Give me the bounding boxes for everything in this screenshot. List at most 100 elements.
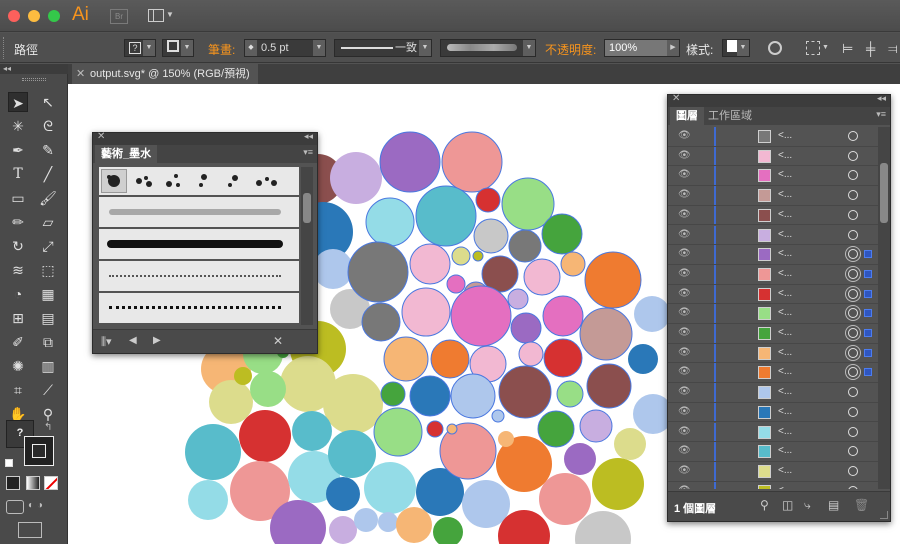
scale-tool-icon[interactable]: ⤢ bbox=[38, 236, 58, 256]
target-circle-icon[interactable] bbox=[848, 170, 858, 181]
next-library-icon[interactable]: ▶ bbox=[153, 335, 161, 346]
blend-tool-icon[interactable]: ⧉ bbox=[38, 332, 58, 352]
close-window-button[interactable] bbox=[8, 10, 20, 22]
brush-scrollbar[interactable] bbox=[301, 167, 313, 325]
layer-row[interactable]: 👁 <... bbox=[668, 166, 878, 187]
width-tool-icon[interactable]: ≋ bbox=[8, 260, 28, 280]
rotate-tool-icon[interactable]: ↻ bbox=[8, 236, 28, 256]
collapse-toolbox-icon[interactable]: ◂◂ bbox=[0, 64, 68, 74]
target-circle-icon[interactable] bbox=[848, 426, 858, 437]
visibility-eye-icon[interactable]: 👁 bbox=[678, 328, 691, 338]
make-clipping-mask-icon[interactable]: ◫ bbox=[782, 498, 793, 512]
stroke-swatch[interactable] bbox=[24, 436, 54, 466]
visibility-eye-icon[interactable]: 👁 bbox=[678, 426, 691, 437]
layer-row[interactable]: 👁 <... bbox=[668, 383, 878, 403]
layer-row[interactable]: 👁 <... bbox=[668, 343, 878, 364]
panel-menu-icon[interactable]: ▾≡ bbox=[303, 147, 313, 158]
tab-layers[interactable]: 圖層 bbox=[670, 107, 704, 125]
target-circle-icon[interactable] bbox=[848, 347, 858, 358]
visibility-eye-icon[interactable]: 👁 bbox=[678, 170, 691, 180]
minimize-window-button[interactable] bbox=[28, 10, 40, 22]
previous-library-icon[interactable]: ◀ bbox=[129, 335, 137, 346]
layer-row[interactable]: 👁 <... bbox=[668, 422, 878, 443]
visibility-eye-icon[interactable]: 👁 bbox=[678, 308, 691, 318]
align-to-selection-icon[interactable] bbox=[806, 41, 820, 55]
align-left-icon[interactable]: ⊨ bbox=[842, 41, 853, 57]
mesh-tool-icon[interactable]: ⊞ bbox=[8, 308, 28, 328]
draw-behind-icon[interactable]: ◐ ◑ bbox=[28, 500, 58, 514]
magic-wand-tool-icon[interactable]: ✳ bbox=[8, 116, 28, 136]
layer-row[interactable]: 👁 <... bbox=[668, 402, 878, 423]
brush-thumbnail[interactable] bbox=[221, 169, 247, 193]
layer-row[interactable]: 👁 <... bbox=[668, 481, 878, 489]
align-right-icon[interactable]: ⫤ bbox=[888, 41, 898, 57]
lasso-tool-icon[interactable]: ᘓ bbox=[38, 116, 58, 136]
gradient-mode-icon[interactable] bbox=[26, 476, 40, 490]
brush-thumbnail[interactable] bbox=[131, 169, 157, 193]
target-circle-icon[interactable] bbox=[848, 406, 858, 417]
selection-indicator[interactable] bbox=[864, 250, 872, 259]
target-circle-icon[interactable] bbox=[848, 288, 858, 299]
curvature-tool-icon[interactable]: ✎ bbox=[38, 140, 58, 160]
layers-scrollbar[interactable] bbox=[878, 127, 890, 489]
locate-object-icon[interactable]: ⚲ bbox=[760, 498, 769, 512]
pencil-tool-icon[interactable]: ✏ bbox=[8, 212, 28, 232]
visibility-eye-icon[interactable]: 👁 bbox=[678, 465, 691, 476]
stroke-profile-dropdown[interactable]: 一致 ▼ bbox=[334, 39, 432, 57]
close-tab-icon[interactable]: ✕ bbox=[76, 64, 85, 84]
brush-thumbnail[interactable] bbox=[101, 169, 127, 193]
screen-mode-icon[interactable] bbox=[18, 522, 42, 538]
slice-tool-icon[interactable]: ⟋ bbox=[38, 380, 58, 400]
brush-thumbnail[interactable] bbox=[191, 169, 217, 193]
panel-menu-icon[interactable]: ▾≡ bbox=[876, 109, 886, 120]
brush-libraries-menu-icon[interactable]: ⫼▾ bbox=[101, 335, 112, 349]
layer-row[interactable]: 👁 <... bbox=[668, 245, 878, 265]
eraser-tool-icon[interactable]: ▱ bbox=[38, 212, 58, 232]
brush-tools-icon[interactable]: ✕ bbox=[273, 334, 283, 348]
layer-row[interactable]: 👁 <... bbox=[668, 264, 878, 285]
visibility-eye-icon[interactable]: 👁 bbox=[678, 249, 691, 259]
layer-row[interactable]: 👁 <... bbox=[668, 304, 878, 324]
none-mode-icon[interactable] bbox=[44, 476, 58, 490]
target-circle-icon[interactable] bbox=[848, 249, 858, 260]
type-tool-icon[interactable]: T bbox=[8, 164, 28, 184]
layer-row[interactable]: 👁 <... bbox=[668, 186, 878, 206]
swap-fill-stroke-icon[interactable]: ↰ bbox=[44, 422, 52, 433]
target-circle-icon[interactable] bbox=[848, 308, 858, 319]
brush-stroke-speckle[interactable] bbox=[99, 261, 299, 291]
arrange-documents-icon[interactable] bbox=[148, 9, 164, 22]
target-circle-icon[interactable] bbox=[848, 485, 858, 489]
target-circle-icon[interactable] bbox=[848, 465, 858, 476]
selection-indicator[interactable] bbox=[864, 309, 872, 318]
target-circle-icon[interactable] bbox=[848, 268, 858, 279]
layer-row[interactable]: 👁 <... bbox=[668, 205, 878, 226]
visibility-eye-icon[interactable]: 👁 bbox=[678, 190, 691, 200]
fill-dropdown[interactable]: ? ▼ bbox=[124, 39, 156, 57]
brush-definition-dropdown[interactable]: ▼ bbox=[440, 39, 536, 57]
tab-artboards[interactable]: 工作區域 bbox=[702, 107, 758, 125]
default-fill-stroke-icon[interactable] bbox=[5, 459, 13, 467]
visibility-eye-icon[interactable]: 👁 bbox=[678, 229, 691, 240]
visibility-eye-icon[interactable]: 👁 bbox=[678, 485, 691, 489]
eyedropper-tool-icon[interactable]: ✐ bbox=[8, 332, 28, 352]
target-circle-icon[interactable] bbox=[848, 131, 858, 141]
visibility-eye-icon[interactable]: 👁 bbox=[678, 131, 691, 141]
visibility-eye-icon[interactable]: 👁 bbox=[678, 367, 691, 377]
selection-indicator[interactable] bbox=[864, 269, 872, 278]
visibility-eye-icon[interactable]: 👁 bbox=[678, 288, 691, 299]
rectangle-tool-icon[interactable]: ▭ bbox=[8, 188, 28, 208]
brush-thumbnail[interactable] bbox=[251, 169, 281, 193]
collapse-panel-icon[interactable]: ◂◂ bbox=[877, 93, 886, 104]
brush-stroke-black[interactable] bbox=[99, 229, 299, 259]
symbol-sprayer-tool-icon[interactable]: ✺ bbox=[8, 356, 28, 376]
recolor-artwork-icon[interactable] bbox=[768, 41, 782, 55]
visibility-eye-icon[interactable]: 👁 bbox=[678, 446, 691, 456]
color-mode-icon[interactable] bbox=[6, 476, 20, 490]
selection-indicator[interactable] bbox=[864, 329, 872, 337]
visibility-eye-icon[interactable]: 👁 bbox=[678, 347, 691, 358]
paintbrush-tool-icon[interactable]: 🖌 bbox=[38, 188, 58, 208]
graphic-style-dropdown[interactable]: ▼ bbox=[722, 39, 750, 57]
stroke-color-dropdown[interactable]: ▼ bbox=[162, 39, 194, 57]
layer-row[interactable]: 👁 <... bbox=[668, 127, 878, 147]
layer-row[interactable]: 👁 <... bbox=[668, 461, 878, 482]
